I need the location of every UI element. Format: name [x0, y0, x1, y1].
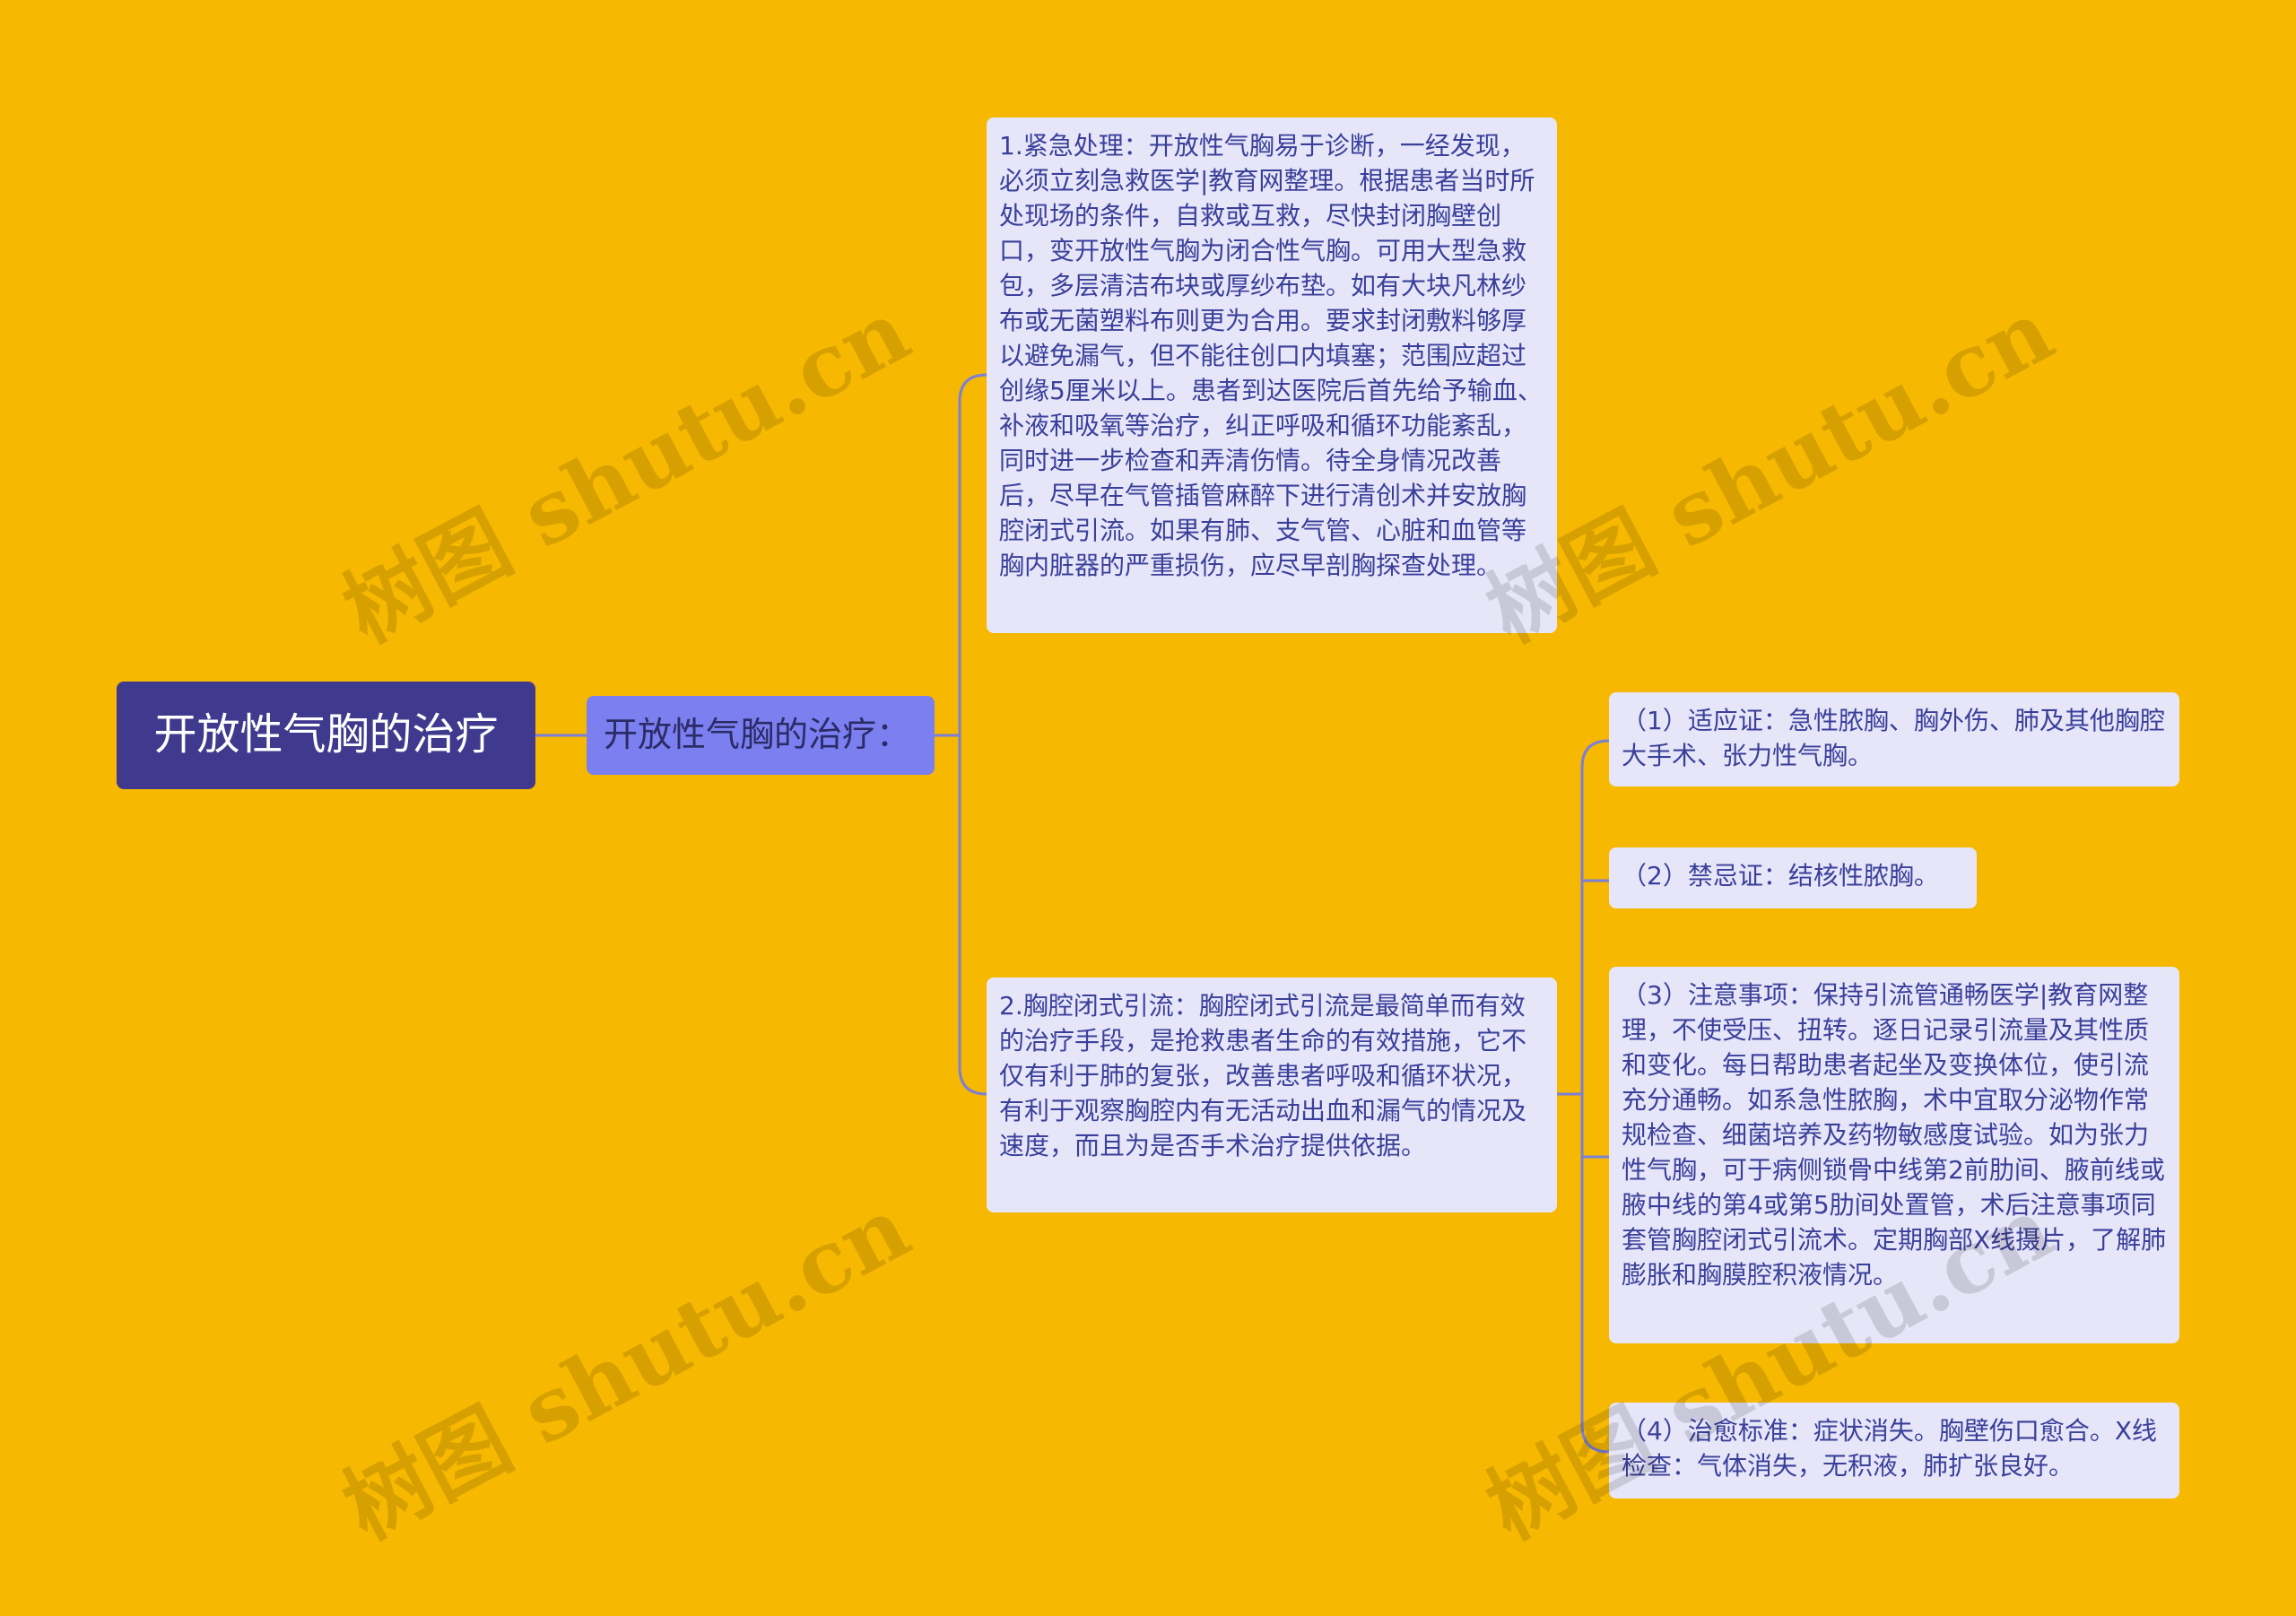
topic-emergency-treatment[interactable]: 1.紧急处理：开放性气胸易于诊断，一经发现，必须立刻急救医学|教育网整理。根据患… [987, 117, 1557, 633]
subtopic-cure-criteria[interactable]: （4）治愈标准：症状消失。胸壁伤口愈合。X线检查：气体消失，无积液，肺扩张良好。 [1609, 1403, 2179, 1499]
subtopic-precautions[interactable]: （3）注意事项：保持引流管通畅医学|教育网整理，不使受压、扭转。逐日记录引流量及… [1609, 967, 2179, 1343]
subtopic-precautions-text: （3）注意事项：保持引流管通畅医学|教育网整理，不使受压、扭转。逐日记录引流量及… [1622, 980, 2167, 1290]
topic-closed-drainage-text: 2.胸腔闭式引流：胸腔闭式引流是最简单而有效的治疗手段，是抢救患者生命的有效措施… [999, 991, 1527, 1160]
topic-emergency-treatment-text: 1.紧急处理：开放性气胸易于诊断，一经发现，必须立刻急救医学|教育网整理。根据患… [999, 131, 1543, 580]
connector-trunk-item1 [958, 373, 988, 1096]
subtopic-cure-criteria-text: （4）治愈标准：症状消失。胸壁伤口愈合。X线检查：气体消失，无积液，肺扩张良好。 [1622, 1416, 2157, 1481]
connector-subtrunk [1580, 739, 1611, 1454]
root-node-label: 开放性气胸的治疗 [153, 709, 499, 760]
branch-node-label: 开放性气胸的治疗： [604, 715, 911, 755]
subtopic-indications[interactable]: （1）适应证：急性脓胸、胸外伤、肺及其他胸腔大手术、张力性气胸。 [1609, 692, 2179, 786]
topic-closed-drainage[interactable]: 2.胸腔闭式引流：胸腔闭式引流是最简单而有效的治疗手段，是抢救患者生命的有效措施… [987, 977, 1557, 1212]
subtopic-indications-text: （1）适应证：急性脓胸、胸外伤、肺及其他胸腔大手术、张力性气胸。 [1622, 706, 2165, 770]
subtopic-contraindications[interactable]: （2）禁忌证：结核性脓胸。 [1609, 847, 1977, 908]
subtopic-contraindications-text: （2）禁忌证：结核性脓胸。 [1622, 861, 1939, 891]
root-node[interactable]: 开放性气胸的治疗 [117, 682, 535, 789]
branch-node[interactable]: 开放性气胸的治疗： [587, 696, 935, 775]
